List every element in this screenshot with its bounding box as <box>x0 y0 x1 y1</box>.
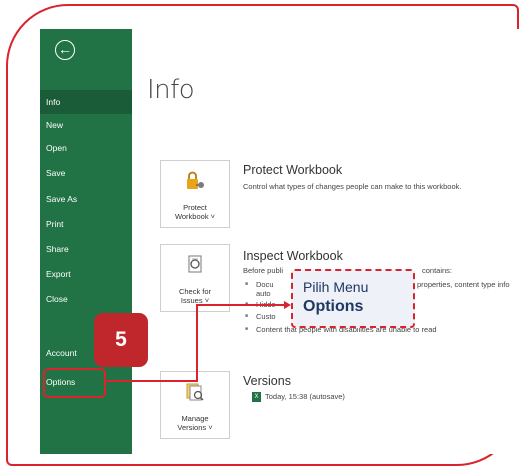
inspect-document-icon <box>161 255 229 279</box>
connector-line <box>106 380 198 382</box>
list-item-continuation: auto <box>256 289 271 298</box>
sidebar-item-save-as[interactable]: Save As <box>40 187 132 211</box>
tile-label: Workbook <box>174 212 209 221</box>
version-entry[interactable]: X Today, 15:38 (autosave) <box>252 392 345 403</box>
excel-file-icon: X <box>252 392 261 403</box>
connector-line <box>196 304 198 382</box>
callout-line-1: Pilih Menu <box>303 279 369 295</box>
back-arrow-icon[interactable]: ← <box>55 40 75 60</box>
connector-line <box>196 304 284 306</box>
sidebar-item-close[interactable]: Close <box>40 287 132 311</box>
info-panel: Info Protect Workbook ˅ Protect Workbook … <box>132 29 527 454</box>
sidebar-item-export[interactable]: Export <box>40 262 132 286</box>
section-title: Versions <box>243 374 291 388</box>
section-description: Before publi <box>243 266 284 275</box>
tile-label: Manage <box>181 414 209 423</box>
protect-workbook-button[interactable]: Protect Workbook ˅ <box>160 160 230 228</box>
sidebar-item-share[interactable]: Share <box>40 237 132 261</box>
manage-versions-icon <box>161 382 229 406</box>
sidebar-item-open[interactable]: Open <box>40 136 132 160</box>
section-description: contains: <box>422 266 453 275</box>
list-item-continuation: properties, content type info <box>417 280 510 289</box>
options-highlight-box <box>43 368 106 398</box>
lock-key-icon <box>161 171 229 195</box>
step-number-badge: 5 <box>94 313 148 367</box>
sidebar-item-new[interactable]: New <box>40 113 132 137</box>
section-description: Control what types of changes people can… <box>243 182 462 191</box>
tile-label: Check for <box>178 287 212 296</box>
callout-line-2: Options <box>303 298 364 315</box>
version-entry-label: Today, 15:38 (autosave) <box>265 392 345 401</box>
list-item: Custo <box>245 312 275 321</box>
sidebar-item-info[interactable]: Info <box>40 90 132 114</box>
section-title: Protect Workbook <box>243 163 343 177</box>
tile-label: Versions <box>177 423 207 432</box>
callout-box: Pilih Menu Options <box>291 269 415 328</box>
sidebar-item-print[interactable]: Print <box>40 212 132 236</box>
section-title: Inspect Workbook <box>243 249 343 263</box>
check-for-issues-button[interactable]: Check for Issues ˅ <box>160 244 230 312</box>
page-title: Info <box>147 75 195 105</box>
tile-label: Protect <box>183 203 207 212</box>
arrowhead-icon <box>284 301 291 309</box>
list-item: Docu <box>245 280 273 289</box>
sidebar-item-save[interactable]: Save <box>40 161 132 185</box>
